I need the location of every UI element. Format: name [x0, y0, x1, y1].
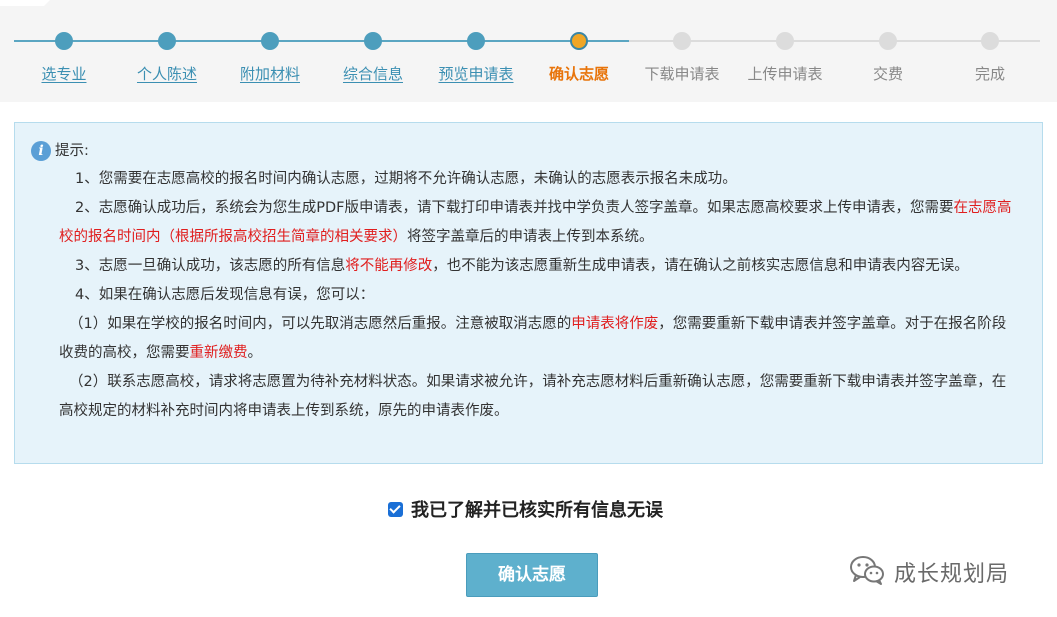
notice-highlight: 申请表将作废	[571, 316, 659, 332]
step-download-application: 下载申请表	[631, 0, 733, 100]
step-payment: 交费	[837, 0, 939, 100]
notice-box: i 提示: 1、您需要在志愿高校的报名时间内确认志愿，过期将不允许确认志愿，未确…	[14, 122, 1043, 464]
step-dot-current	[570, 32, 588, 50]
notice-item-1: 1、您需要在志愿高校的报名时间内确认志愿，过期将不允许确认志愿，未确认的志愿表示…	[31, 165, 1020, 194]
watermark-text: 成长规划局	[894, 562, 1010, 587]
notice-item-4-1: （1）如果在学校的报名时间内，可以先取消志愿然后重报。注意被取消志愿的申请表将作…	[31, 310, 1020, 368]
agreement-checkbox[interactable]	[388, 501, 403, 517]
step-label[interactable]: 预览申请表	[425, 64, 527, 84]
step-dot	[879, 32, 897, 50]
step-complete: 完成	[939, 0, 1041, 100]
step-label: 上传申请表	[747, 65, 823, 83]
step-confirm-choice: 确认志愿	[528, 0, 630, 100]
step-general-info[interactable]: 综合信息	[322, 0, 424, 100]
confirm-choice-button[interactable]: 确认志愿	[466, 553, 598, 597]
agreement-row[interactable]: 我已了解并已核实所有信息无误	[388, 496, 663, 522]
step-select-major[interactable]: 选专业	[13, 0, 115, 100]
step-label: 完成	[974, 65, 1005, 83]
notice-highlight: 重新缴费	[189, 345, 248, 361]
step-dot	[55, 32, 73, 50]
notice-text: 将签字盖章后的申请表上传到本系统。	[407, 229, 654, 245]
notice-text: 2、志愿确认成功后，系统会为您生成PDF版申请表，请下载打印申请表并找中学负责人…	[75, 200, 954, 216]
step-label: 交费	[872, 65, 903, 83]
step-label[interactable]: 综合信息	[322, 64, 424, 84]
step-label: 确认志愿	[548, 65, 609, 83]
step-upload-application: 上传申请表	[734, 0, 836, 100]
step-dot	[364, 32, 382, 50]
step-dot	[261, 32, 279, 50]
notice-text: 4、如果在确认志愿后发现信息有误，您可以：	[75, 287, 375, 303]
step-additional-materials[interactable]: 附加材料	[219, 0, 321, 100]
notice-text: （2）联系志愿高校，请求将志愿置为待补充材料状态。如果请求被允许，请补充志愿材料…	[59, 374, 1007, 419]
step-preview-application[interactable]: 预览申请表	[425, 0, 527, 100]
agreement-label: 我已了解并已核实所有信息无误	[411, 500, 663, 521]
watermark: 成长规划局	[848, 552, 1009, 592]
step-personal-statement[interactable]: 个人陈述	[116, 0, 218, 100]
notice-item-4-2: （2）联系志愿高校，请求将志愿置为待补充材料状态。如果请求被允许，请补充志愿材料…	[31, 368, 1020, 426]
progress-steps: 选专业 个人陈述 附加材料 综合信息 预览申请表 确认志愿 下载申请表 上传申请…	[0, 0, 1057, 102]
step-label: 下载申请表	[644, 65, 720, 83]
notice-text: 3、志愿一旦确认成功，该志愿的所有信息	[75, 258, 346, 274]
step-label[interactable]: 附加材料	[219, 64, 321, 84]
step-dot	[673, 32, 691, 50]
step-label[interactable]: 个人陈述	[116, 64, 218, 84]
step-dot	[981, 32, 999, 50]
notice-text: ，也不能为该志愿重新生成申请表，请在确认之前核实志愿信息和申请表内容无误。	[432, 258, 969, 274]
notice-text: 。	[247, 345, 263, 361]
step-dot	[467, 32, 485, 50]
step-label[interactable]: 选专业	[13, 64, 115, 84]
notice-title: 提示:	[55, 143, 89, 159]
notice-item-2: 2、志愿确认成功后，系统会为您生成PDF版申请表，请下载打印申请表并找中学负责人…	[31, 194, 1020, 252]
notice-item-3: 3、志愿一旦确认成功，该志愿的所有信息将不能再修改，也不能为该志愿重新生成申请表…	[31, 252, 1020, 281]
notice-text: 1、您需要在志愿高校的报名时间内确认志愿，过期将不允许确认志愿，未确认的志愿表示…	[75, 171, 737, 187]
notice-text: （1）如果在学校的报名时间内，可以先取消志愿然后重报。注意被取消志愿的	[69, 316, 572, 332]
wechat-icon	[848, 554, 886, 590]
confirm-choice-page: 选专业 个人陈述 附加材料 综合信息 预览申请表 确认志愿 下载申请表 上传申请…	[0, 0, 1057, 617]
info-icon: i	[31, 141, 51, 161]
step-dot	[158, 32, 176, 50]
notice-header: i 提示:	[31, 139, 1020, 163]
notice-highlight: 将不能再修改	[345, 258, 433, 274]
notice-item-4: 4、如果在确认志愿后发现信息有误，您可以：	[31, 281, 1020, 310]
step-dot	[776, 32, 794, 50]
